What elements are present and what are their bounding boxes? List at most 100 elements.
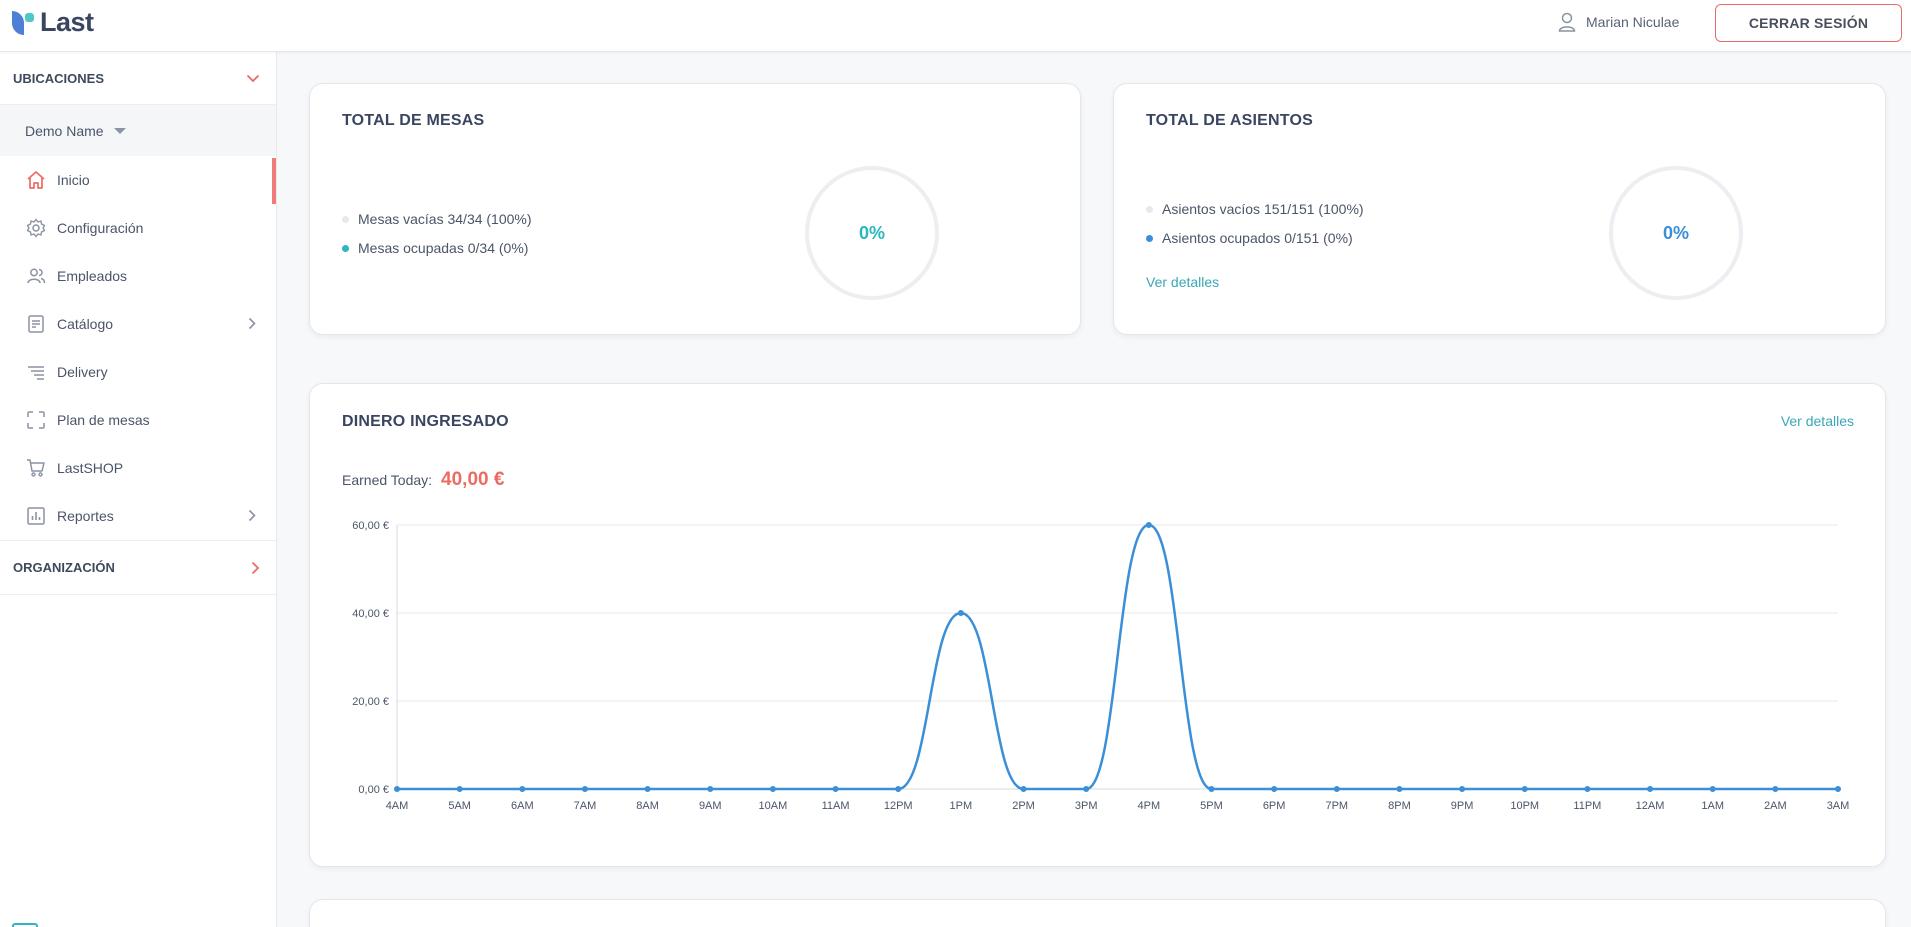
- x-tick-label: 2PM: [1012, 800, 1035, 812]
- location-name: Demo Name: [25, 122, 104, 139]
- data-point: [1271, 786, 1278, 792]
- x-tick-label: 11PM: [1573, 800, 1601, 812]
- sidebar-item-label: Plan de mesas: [57, 412, 150, 428]
- x-tick-label: 5PM: [1200, 800, 1223, 812]
- x-tick-label: 9PM: [1451, 800, 1474, 812]
- legend-dot: [1146, 205, 1153, 213]
- sidebar-item-label: Reportes: [57, 508, 114, 524]
- legend-empty-tables: Mesas vacías 34/34 (100%): [342, 211, 532, 227]
- home-icon: [25, 169, 47, 191]
- legend-label: Asientos ocupados 0/151 (0%): [1162, 230, 1353, 246]
- sidebar-item-delivery[interactable]: Delivery: [0, 348, 276, 396]
- logout-button[interactable]: CERRAR SESIÓN: [1715, 4, 1902, 42]
- x-tick-label: 8AM: [636, 800, 659, 812]
- user-menu[interactable]: Marian Niculae: [1558, 12, 1679, 32]
- x-tick-label: 7AM: [574, 800, 597, 812]
- seats-details-link[interactable]: Ver detalles: [1146, 274, 1219, 290]
- chevron-down-icon: [246, 74, 260, 82]
- data-point: [1647, 786, 1654, 792]
- x-tick-label: 10AM: [759, 800, 788, 812]
- legend-occupied-seats: Asientos ocupados 0/151 (0%): [1146, 230, 1353, 246]
- sidebar-item-label: Delivery: [57, 364, 108, 380]
- data-point: [1584, 786, 1591, 792]
- seats-card: TOTAL DE ASIENTOS Asientos vacíos 151/15…: [1113, 83, 1886, 335]
- sidebar: UBICACIONES Demo Name Inicio Configuraci…: [0, 52, 277, 927]
- tables-card: TOTAL DE MESAS Mesas vacías 34/34 (100%)…: [309, 83, 1081, 335]
- tables-occupancy-ring: 0%: [805, 166, 939, 300]
- data-point: [832, 786, 839, 792]
- y-tick-label: 20,00 €: [352, 696, 389, 708]
- x-tick-label: 6PM: [1263, 800, 1286, 812]
- data-point: [456, 786, 463, 792]
- logo-mark-icon: [12, 9, 36, 35]
- data-point: [1835, 786, 1841, 792]
- list-lines-icon: [25, 361, 47, 383]
- sidebar-item-label: Configuración: [57, 220, 144, 236]
- sidebar-item-inicio[interactable]: Inicio: [0, 156, 276, 204]
- legend-occupied-tables: Mesas ocupadas 0/34 (0%): [342, 240, 528, 256]
- x-tick-label: 3PM: [1075, 800, 1098, 812]
- seats-card-title: TOTAL DE ASIENTOS: [1146, 112, 1313, 129]
- app-logo[interactable]: Last: [12, 7, 94, 37]
- y-tick-label: 60,00 €: [352, 520, 389, 532]
- data-point: [1145, 522, 1152, 528]
- data-point: [1772, 786, 1779, 792]
- chevron-right-icon: [248, 509, 256, 522]
- y-tick-label: 0,00 €: [358, 784, 389, 796]
- x-tick-label: 4AM: [386, 800, 409, 812]
- x-tick-label: 8PM: [1388, 800, 1411, 812]
- top-bar: Last Marian Niculae CERRAR SESIÓN: [0, 0, 1911, 52]
- x-tick-label: 7PM: [1325, 800, 1348, 812]
- y-tick-label: 40,00 €: [352, 608, 389, 620]
- tables-card-title: TOTAL DE MESAS: [342, 112, 485, 129]
- users-icon: [25, 265, 47, 287]
- x-tick-label: 4PM: [1138, 800, 1161, 812]
- sidebar-item-label: Empleados: [57, 268, 128, 284]
- organization-label: ORGANIZACIÓN: [13, 560, 115, 575]
- data-point: [1208, 786, 1215, 792]
- sidebar-item-empleados[interactable]: Empleados: [0, 252, 276, 300]
- x-tick-label: 2AM: [1764, 800, 1787, 812]
- organization-section-toggle[interactable]: ORGANIZACIÓN: [0, 540, 276, 595]
- x-tick-label: 3AM: [1827, 800, 1850, 812]
- x-tick-label: 11AM: [822, 800, 850, 812]
- legend-dot: [342, 244, 349, 252]
- sidebar-item-label: LastSHOP: [57, 460, 124, 476]
- data-point: [1709, 786, 1716, 792]
- data-point: [957, 610, 964, 616]
- sidebar-item-configuracion[interactable]: Configuración: [0, 204, 276, 252]
- data-point: [707, 786, 714, 792]
- chevron-right-icon: [248, 317, 256, 330]
- sidebar-item-plan-de-mesas[interactable]: Plan de mesas: [0, 396, 276, 444]
- data-point: [1333, 786, 1340, 792]
- locations-section-toggle[interactable]: UBICACIONES: [0, 52, 276, 105]
- sidebar-item-catalogo[interactable]: Catálogo: [0, 300, 276, 348]
- data-point: [769, 786, 776, 792]
- gear-icon: [25, 217, 47, 239]
- data-point: [895, 786, 902, 792]
- data-point: [519, 786, 526, 792]
- revenue-line-chart: 0,00 € 20,00 € 40,00 € 60,00 € 4AM 5AM 6AM 7AM 8…: [352, 520, 1850, 812]
- x-tick-label: 5AM: [448, 800, 471, 812]
- sidebar-item-reportes[interactable]: Reportes: [0, 492, 276, 540]
- logo-text: Last: [40, 6, 94, 37]
- x-tick-label: 1AM: [1701, 800, 1724, 812]
- data-point: [1020, 786, 1027, 792]
- sidebar-item-lastshop[interactable]: LastSHOP: [0, 444, 276, 492]
- locations-label: UBICACIONES: [13, 70, 105, 86]
- frame-icon: [25, 409, 47, 431]
- cart-icon: [25, 457, 47, 479]
- user-icon: [1558, 12, 1576, 32]
- x-tick-label: 12PM: [884, 800, 913, 812]
- location-selector[interactable]: Demo Name: [0, 105, 276, 156]
- tables-percent: 0%: [858, 222, 885, 243]
- caret-down-icon: [113, 127, 126, 134]
- data-point: [644, 786, 651, 792]
- legend-label: Asientos vacíos 151/151 (100%): [1162, 201, 1364, 217]
- legend-dot: [1146, 234, 1153, 242]
- x-tick-label: 6AM: [511, 800, 534, 812]
- chat-widget-icon[interactable]: [12, 923, 38, 927]
- data-point: [1521, 786, 1528, 792]
- sidebar-item-label: Inicio: [57, 172, 90, 188]
- x-tick-label: 9AM: [699, 800, 722, 812]
